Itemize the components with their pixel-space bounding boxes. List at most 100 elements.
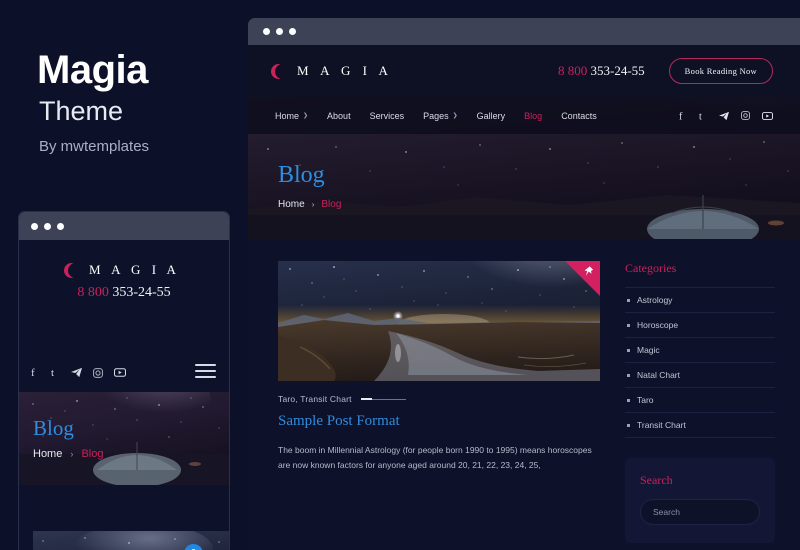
mobile-breadcrumb-home[interactable]: Home	[33, 448, 62, 460]
nav-label: Contacts	[561, 110, 597, 121]
categories-widget-title: Categories	[625, 261, 677, 275]
mobile-phone-prefix: 8 800	[77, 285, 109, 300]
tumblr-icon[interactable]: t	[699, 111, 707, 121]
mobile-logo-text: M A G I A	[89, 262, 180, 277]
bullet-icon	[627, 298, 630, 302]
post-card: Taro, Transit Chart Sample Post Format T…	[278, 261, 600, 473]
bullet-icon	[627, 398, 630, 402]
crescent-moon-icon	[275, 63, 290, 79]
promo-title: Magia	[37, 48, 148, 92]
bullet-icon	[627, 423, 630, 427]
mobile-logo[interactable]: M A G I A	[19, 240, 229, 278]
search-input[interactable]	[653, 507, 764, 517]
post-meta: Taro, Transit Chart	[278, 394, 600, 404]
bullet-icon	[627, 348, 630, 352]
post-excerpt: The boom in Millennial Astrology (for pe…	[278, 445, 592, 470]
category-item-transit-chart[interactable]: Transit Chart	[625, 413, 775, 438]
mobile-phone[interactable]: 8 800 353-24-55	[19, 285, 229, 301]
window-dot-minimize[interactable]	[276, 28, 283, 35]
tumblr-icon[interactable]: t	[51, 367, 60, 378]
nav-label: About	[327, 110, 351, 121]
promo-subtitle: Theme	[39, 96, 124, 126]
categories-list: Astrology Horoscope Magic Natal Chart Ta…	[625, 287, 775, 438]
post-categories[interactable]: Taro, Transit Chart	[278, 394, 352, 404]
category-item-magic[interactable]: Magic	[625, 338, 775, 363]
facebook-icon[interactable]: f	[679, 111, 687, 121]
mobile-social-links: f t	[31, 367, 126, 378]
phone-prefix: 8 800	[558, 63, 588, 78]
site-logo-text: M A G I A	[297, 63, 393, 78]
nav-item-pages[interactable]: Pages ❯	[423, 111, 458, 121]
browser-titlebar	[248, 18, 800, 45]
nav-item-services[interactable]: Services	[370, 111, 405, 121]
chevron-right-icon: ❯	[452, 113, 458, 119]
category-label: Transit Chart	[637, 420, 686, 430]
mobile-post-image[interactable]: 0	[33, 531, 229, 550]
svg-text:t: t	[51, 367, 54, 378]
breadcrumb-current: Blog	[321, 199, 342, 210]
telegram-icon[interactable]	[719, 111, 729, 121]
site-logo[interactable]: M A G I A	[275, 63, 392, 79]
svg-text:f: f	[679, 111, 683, 121]
facebook-icon[interactable]: f	[31, 367, 40, 378]
chevron-right-icon: ❯	[303, 113, 309, 119]
site-header: M A G I A 8 800 353-24-55 Book Reading N…	[248, 45, 800, 97]
category-label: Taro	[637, 395, 654, 405]
search-box[interactable]	[640, 499, 764, 525]
header-right: 8 800 353-24-55 Book Reading Now	[558, 58, 773, 84]
instagram-icon[interactable]	[93, 367, 103, 378]
youtube-icon[interactable]	[114, 368, 126, 377]
mobile-phone-number: 353-24-55	[112, 285, 171, 300]
content-area: Taro, Transit Chart Sample Post Format T…	[248, 239, 800, 543]
nav-item-contacts[interactable]: Contacts	[561, 111, 597, 121]
header-phone[interactable]: 8 800 353-24-55	[558, 63, 645, 79]
category-item-horoscope[interactable]: Horoscope	[625, 313, 775, 338]
window-dot-maximize[interactable]	[57, 222, 64, 230]
post-body: Taro, Transit Chart Sample Post Format T…	[278, 381, 600, 473]
nav-label: Blog	[524, 110, 543, 121]
post-image[interactable]	[278, 261, 600, 381]
window-dot-minimize[interactable]	[44, 222, 51, 230]
nav-label: Home	[275, 110, 300, 121]
mobile-viewport: M A G I A 8 800 353-24-55 f t Blog Home …	[19, 240, 229, 550]
instagram-icon[interactable]	[741, 111, 750, 120]
header-social-links: f t	[679, 111, 773, 121]
featured-ribbon[interactable]	[565, 261, 600, 296]
telegram-icon[interactable]	[71, 367, 82, 378]
svg-text:t: t	[699, 111, 702, 121]
mobile-hero: Blog Home › Blog	[19, 392, 229, 485]
window-dot-close[interactable]	[31, 222, 38, 230]
search-widget: Search	[625, 458, 775, 543]
post-title[interactable]: Sample Post Format	[278, 413, 600, 430]
mobile-mockup: M A G I A 8 800 353-24-55 f t Blog Home …	[18, 211, 230, 550]
screenshot-stage: Magia Theme By mwtemplates M A G I A 8 8…	[0, 0, 800, 550]
mobile-breadcrumb-current: Blog	[81, 448, 104, 460]
nav-item-about[interactable]: About	[327, 111, 351, 121]
nav-item-blog[interactable]: Blog	[524, 111, 542, 121]
phone-number: 353-24-55	[590, 63, 645, 78]
nav-item-home[interactable]: Home ❯	[275, 111, 308, 121]
mobile-hero-title: Blog	[33, 416, 74, 440]
category-label: Natal Chart	[637, 370, 680, 380]
youtube-icon[interactable]	[762, 111, 773, 120]
nav-label: Gallery	[476, 110, 506, 121]
nav-items: Home ❯ About Services Pages ❯ Gallery Bl…	[275, 111, 597, 121]
mobile-breadcrumb: Home › Blog	[33, 448, 104, 460]
chevron-right-icon: ›	[311, 200, 315, 209]
window-dot-maximize[interactable]	[289, 28, 296, 35]
hamburger-menu-icon[interactable]	[195, 364, 216, 382]
breadcrumb-home[interactable]: Home	[278, 199, 305, 210]
category-label: Astrology	[637, 295, 673, 305]
crescent-moon-icon	[68, 262, 84, 278]
window-dot-close[interactable]	[263, 28, 270, 35]
bullet-icon	[627, 373, 630, 377]
nav-label: Pages	[423, 110, 449, 121]
book-reading-button[interactable]: Book Reading Now	[668, 58, 773, 84]
promo-byline: By mwtemplates	[39, 138, 150, 155]
category-item-natal-chart[interactable]: Natal Chart	[625, 363, 775, 388]
breadcrumb: Home › Blog	[278, 199, 800, 210]
category-item-astrology[interactable]: Astrology	[625, 287, 775, 313]
nav-item-gallery[interactable]: Gallery	[477, 111, 506, 121]
hero-section: Home ❯ About Services Pages ❯ Gallery Bl…	[248, 97, 800, 239]
category-item-taro[interactable]: Taro	[625, 388, 775, 413]
